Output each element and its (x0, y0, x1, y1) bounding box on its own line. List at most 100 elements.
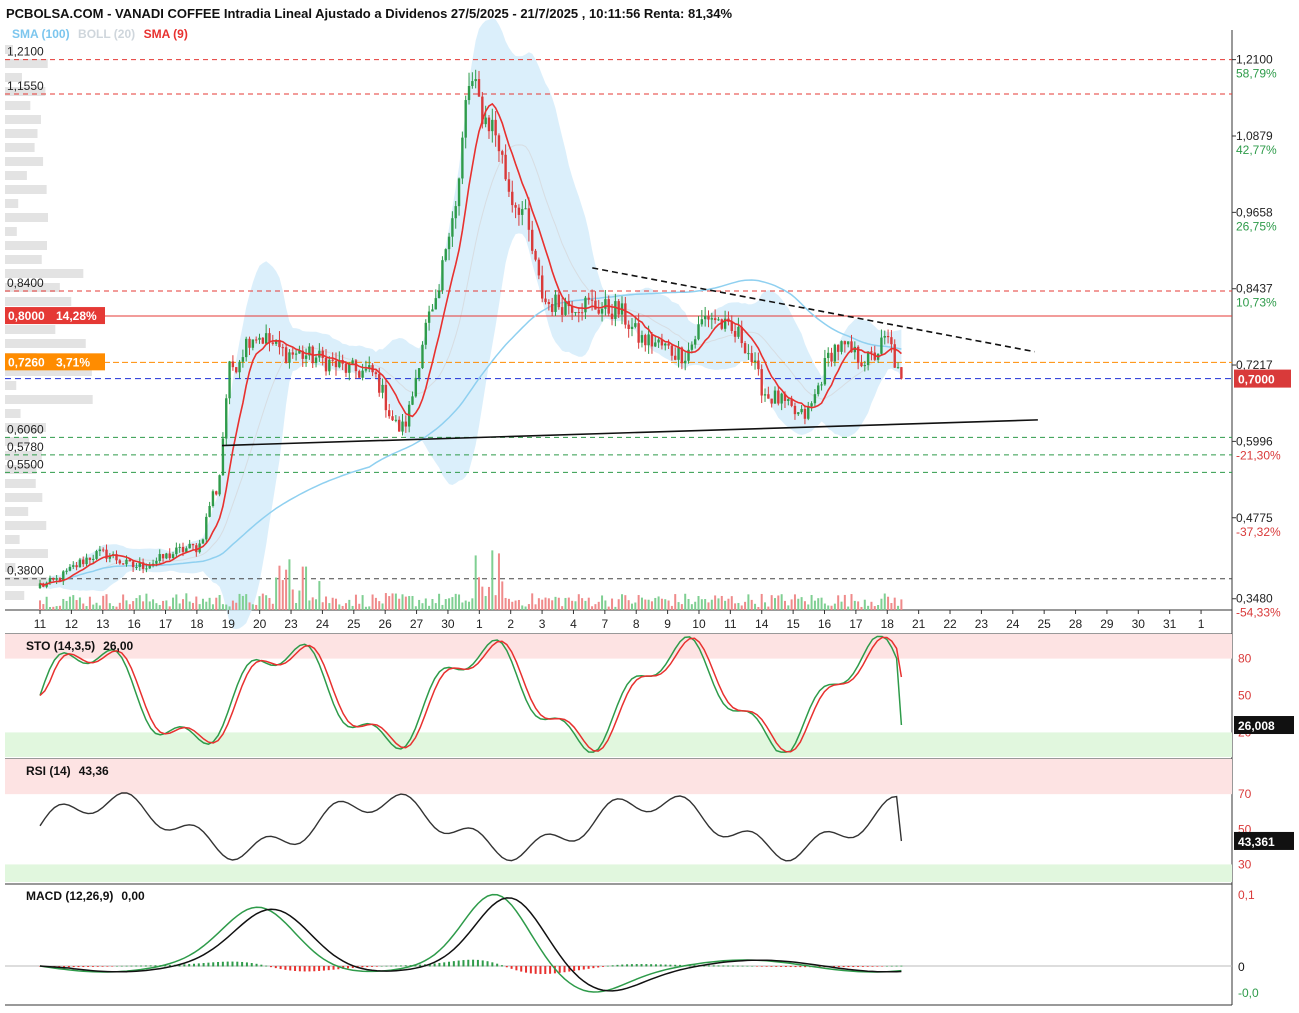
candle-body (840, 341, 843, 352)
volume-bar (820, 597, 823, 610)
volume-bar (567, 597, 570, 610)
volume-bar (328, 603, 331, 610)
macd-histogram-bar (135, 965, 138, 967)
candle-body (863, 365, 866, 367)
candle-body (88, 557, 92, 560)
volume-bar (601, 595, 604, 610)
candle-body (580, 312, 584, 314)
candle-body (647, 334, 650, 346)
candle-body (68, 566, 72, 571)
candle-body (700, 319, 704, 325)
macd-histogram-bar (529, 966, 532, 974)
volume-bar (494, 595, 497, 610)
volume-bar (690, 604, 693, 610)
volume-bar (537, 598, 540, 610)
x-axis-label: 24 (316, 617, 330, 631)
volume-bar (218, 595, 221, 610)
volume-bar (793, 594, 796, 610)
volume-bar (810, 595, 813, 610)
macd-histogram-bar (192, 963, 195, 967)
volume-bar (338, 604, 341, 610)
candle-body (713, 318, 717, 321)
volume-bar (245, 594, 248, 610)
volume-profile-bar (5, 115, 41, 124)
volume-bar (261, 593, 264, 610)
sto-overbought-zone (5, 634, 1232, 659)
candle-body (720, 319, 723, 329)
candle-body (431, 309, 434, 312)
x-axis-label: 31 (1163, 617, 1177, 631)
macd-histogram-bar (111, 966, 114, 967)
x-axis-label: 9 (664, 617, 671, 631)
candle-body (121, 563, 125, 565)
candle-body (610, 313, 614, 319)
rsi-line (39, 792, 903, 862)
candle-body (477, 79, 481, 97)
candle-body (890, 337, 893, 345)
macd-histogram-bar (91, 966, 94, 967)
volume-bar (547, 598, 550, 610)
candle-body (600, 308, 604, 314)
candle-body (830, 352, 833, 362)
macd-histogram-bar (265, 965, 268, 967)
macd-histogram-bar (871, 966, 874, 967)
volume-bar (730, 596, 733, 610)
volume-bar (597, 601, 600, 610)
candle-body (860, 362, 863, 367)
volume-bar (135, 598, 138, 610)
candle-body (820, 384, 823, 386)
volume-bar (155, 603, 158, 610)
candle-body (165, 553, 168, 559)
right-axis-percent: -37,32% (1236, 525, 1281, 539)
volume-bar (807, 604, 810, 610)
volume-profile-bar (5, 143, 35, 152)
x-axis-label: 12 (65, 617, 79, 631)
volume-bar (105, 594, 108, 610)
volume-bar (188, 601, 191, 610)
macd-histogram-bar (77, 966, 80, 968)
volume-bar (630, 603, 633, 610)
candle-body (85, 557, 88, 565)
candle-body (594, 300, 597, 310)
candle-body (404, 421, 408, 427)
sto-title: STO (14,3,5) 26,00 (26, 639, 133, 653)
volume-bar (381, 603, 384, 610)
candle-body (557, 294, 561, 308)
volume-bar (634, 602, 637, 610)
candle-body (324, 357, 328, 372)
candle-body (288, 352, 291, 363)
macd-histogram-bar (640, 964, 643, 967)
candle-body (900, 367, 903, 379)
volume-bar (441, 604, 444, 610)
volume-bar (205, 601, 208, 610)
macd-histogram-bar (361, 966, 364, 968)
volume-bar (777, 595, 780, 610)
volume-profile-bar (5, 101, 31, 110)
candle-body (540, 275, 544, 299)
x-axis-label: 27 (410, 617, 424, 631)
volume-bar (837, 595, 840, 610)
candle-body (654, 342, 657, 347)
volume-bar (787, 605, 790, 610)
volume-bar (897, 605, 900, 610)
volume-bar (574, 601, 577, 610)
volume-bar (128, 604, 131, 610)
volume-bar (45, 596, 48, 610)
candle-body (125, 559, 128, 565)
x-axis-label: 10 (692, 617, 706, 631)
volume-bar (138, 595, 141, 610)
macd-line (39, 893, 902, 993)
volume-profile-bar (5, 297, 72, 306)
candle-body (155, 560, 158, 564)
candle-body (135, 566, 138, 568)
volume-bar (454, 593, 457, 610)
macd-histogram-bar (621, 964, 624, 967)
volume-bar (471, 598, 474, 610)
volume-bar (817, 598, 820, 610)
macd-histogram-bar (380, 965, 383, 967)
right-axis-percent: -54,33% (1236, 606, 1281, 620)
macd-histogram-bar (241, 961, 244, 967)
candle-body (487, 117, 491, 132)
volume-bar (255, 604, 258, 610)
volume-bar (857, 601, 860, 610)
